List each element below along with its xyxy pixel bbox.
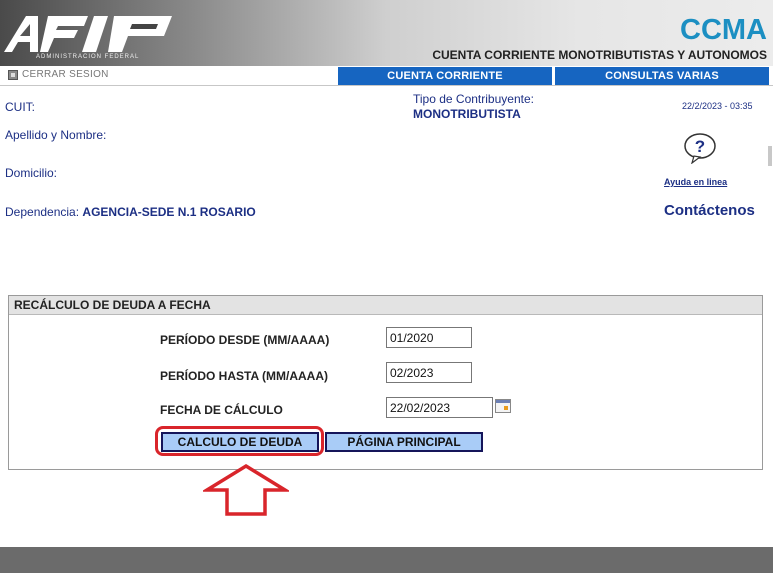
help-icon[interactable]: ?	[684, 132, 718, 164]
logout-icon	[8, 69, 18, 80]
tab-cuenta-corriente[interactable]: CUENTA CORRIENTE	[338, 67, 552, 85]
calculo-deuda-button[interactable]: CALCULO DE DEUDA	[161, 432, 319, 452]
tipo-contribuyente-value: MONOTRIBUTISTA	[413, 107, 521, 121]
recalculo-panel: RECÁLCULO DE DEUDA A FECHA PERÍODO DESDE…	[8, 295, 763, 470]
tab-consultas-varias[interactable]: CONSULTAS VARIAS	[555, 67, 769, 85]
pagina-principal-button[interactable]: PÁGINA PRINCIPAL	[325, 432, 483, 452]
dependencia-value: AGENCIA-SEDE N.1 ROSARIO	[82, 205, 256, 219]
logout-link[interactable]: CERRAR SESION	[8, 69, 109, 80]
periodo-desde-label: PERÍODO DESDE (MM/AAAA)	[160, 333, 330, 347]
logout-label: CERRAR SESION	[22, 69, 109, 80]
cuit-label: CUIT:	[5, 100, 35, 114]
panel-title: RECÁLCULO DE DEUDA A FECHA	[9, 296, 762, 315]
svg-text:?: ?	[695, 137, 705, 156]
domicilio-label: Domicilio:	[5, 166, 58, 180]
dependencia-label: Dependencia:	[5, 205, 80, 219]
app-subtitle: CUENTA CORRIENTE MONOTRIBUTISTAS Y AUTON…	[432, 48, 767, 62]
page: ADMINISTRACION FEDERAL CCMA CUENTA CORRI…	[0, 0, 773, 573]
contact-link[interactable]: Contáctenos	[664, 202, 755, 219]
header: ADMINISTRACION FEDERAL CCMA CUENTA CORRI…	[0, 0, 773, 66]
dependencia-row: Dependencia: AGENCIA-SEDE N.1 ROSARIO	[5, 205, 256, 219]
tipo-contribuyente-label: Tipo de Contribuyente:	[413, 92, 534, 106]
periodo-hasta-input[interactable]	[386, 362, 472, 383]
apellido-label: Apellido y Nombre:	[5, 128, 107, 142]
fecha-calculo-input[interactable]	[386, 397, 493, 418]
nav-bar: CERRAR SESION CUENTA CORRIENTE CONSULTAS…	[0, 66, 773, 86]
periodo-desde-input[interactable]	[386, 327, 472, 348]
arrow-up-icon	[203, 463, 289, 516]
scrollbar-thumb[interactable]	[768, 146, 772, 166]
calendar-icon[interactable]	[495, 399, 511, 413]
app-name: CCMA	[680, 14, 767, 46]
afip-logo	[4, 16, 172, 52]
periodo-hasta-label: PERÍODO HASTA (MM/AAAA)	[160, 369, 328, 383]
logo-subtext: ADMINISTRACION FEDERAL	[36, 54, 140, 60]
footer-bar	[0, 547, 773, 573]
help-link[interactable]: Ayuda en linea	[664, 177, 727, 187]
fecha-calculo-label: FECHA DE CÁLCULO	[160, 403, 283, 417]
datetime: 22/2/2023 - 03:35	[682, 101, 753, 111]
